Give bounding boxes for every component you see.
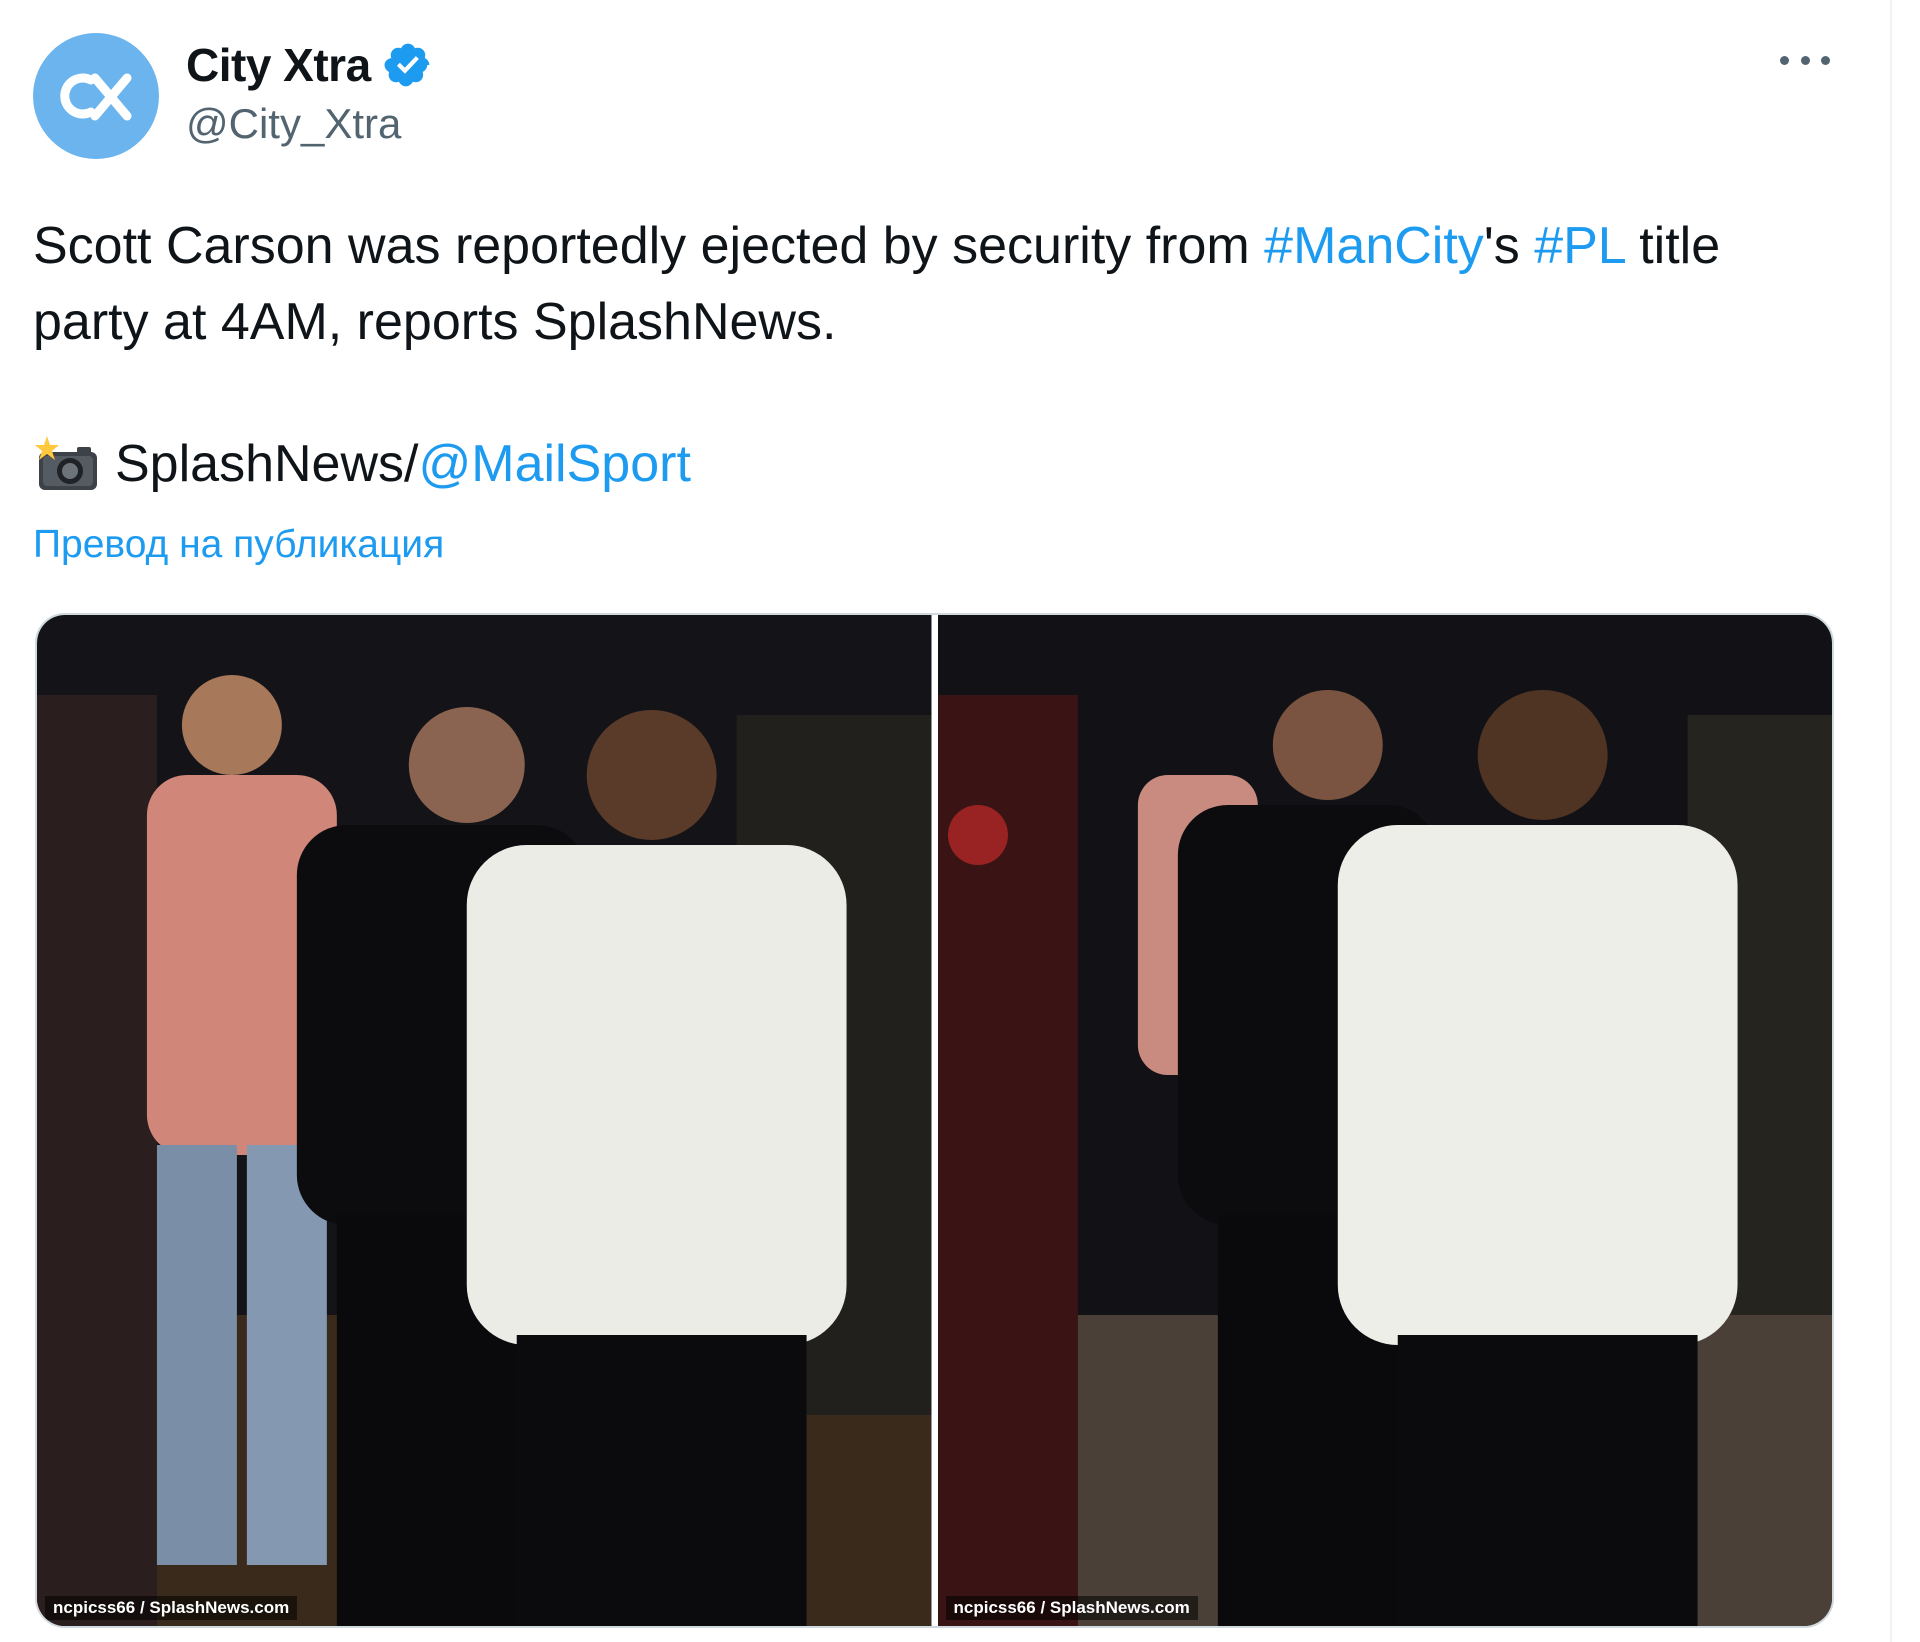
photo-right[interactable]: ncpicss66 / SplashNews.com xyxy=(937,615,1832,1626)
photo-credit: SplashNews/@MailSport xyxy=(33,434,691,494)
media-grid[interactable]: ncpicss66 / SplashNews.com ncpicss66 / S… xyxy=(35,613,1834,1628)
timeline-border xyxy=(1890,0,1892,1642)
tweet-text-part: 's xyxy=(1483,217,1535,275)
hashtag-mancity[interactable]: #ManCity xyxy=(1264,217,1484,275)
camera-flash-icon xyxy=(35,436,97,490)
author-display-name[interactable]: City Xtra xyxy=(186,38,371,92)
more-options-icon[interactable] xyxy=(1780,45,1830,75)
avatar[interactable] xyxy=(33,33,159,159)
translate-post-link[interactable]: Превод на публикация xyxy=(33,523,444,567)
tweet-text-part: Scott Carson was reportedly ejected by s… xyxy=(33,217,1265,275)
photo-left-image xyxy=(37,615,932,1626)
credit-source: SplashNews/ xyxy=(115,435,419,493)
photo-left[interactable]: ncpicss66 / SplashNews.com xyxy=(37,615,932,1626)
verified-badge-icon xyxy=(384,43,430,87)
tweet-text: Scott Carson was reportedly ejected by s… xyxy=(33,208,1793,360)
hashtag-pl[interactable]: #PL xyxy=(1534,217,1625,275)
dot xyxy=(1780,55,1789,65)
photo-watermark: ncpicss66 / SplashNews.com xyxy=(945,1596,1198,1620)
dot xyxy=(1821,55,1830,65)
photo-right-image xyxy=(937,615,1832,1626)
photo-watermark: ncpicss66 / SplashNews.com xyxy=(45,1596,298,1620)
dot xyxy=(1800,55,1810,65)
city-xtra-logo-icon xyxy=(60,73,132,121)
author-handle[interactable]: @City_Xtra xyxy=(186,100,401,148)
author-name-row[interactable]: City Xtra xyxy=(186,38,433,92)
mention-mailsport[interactable]: @MailSport xyxy=(418,434,690,494)
